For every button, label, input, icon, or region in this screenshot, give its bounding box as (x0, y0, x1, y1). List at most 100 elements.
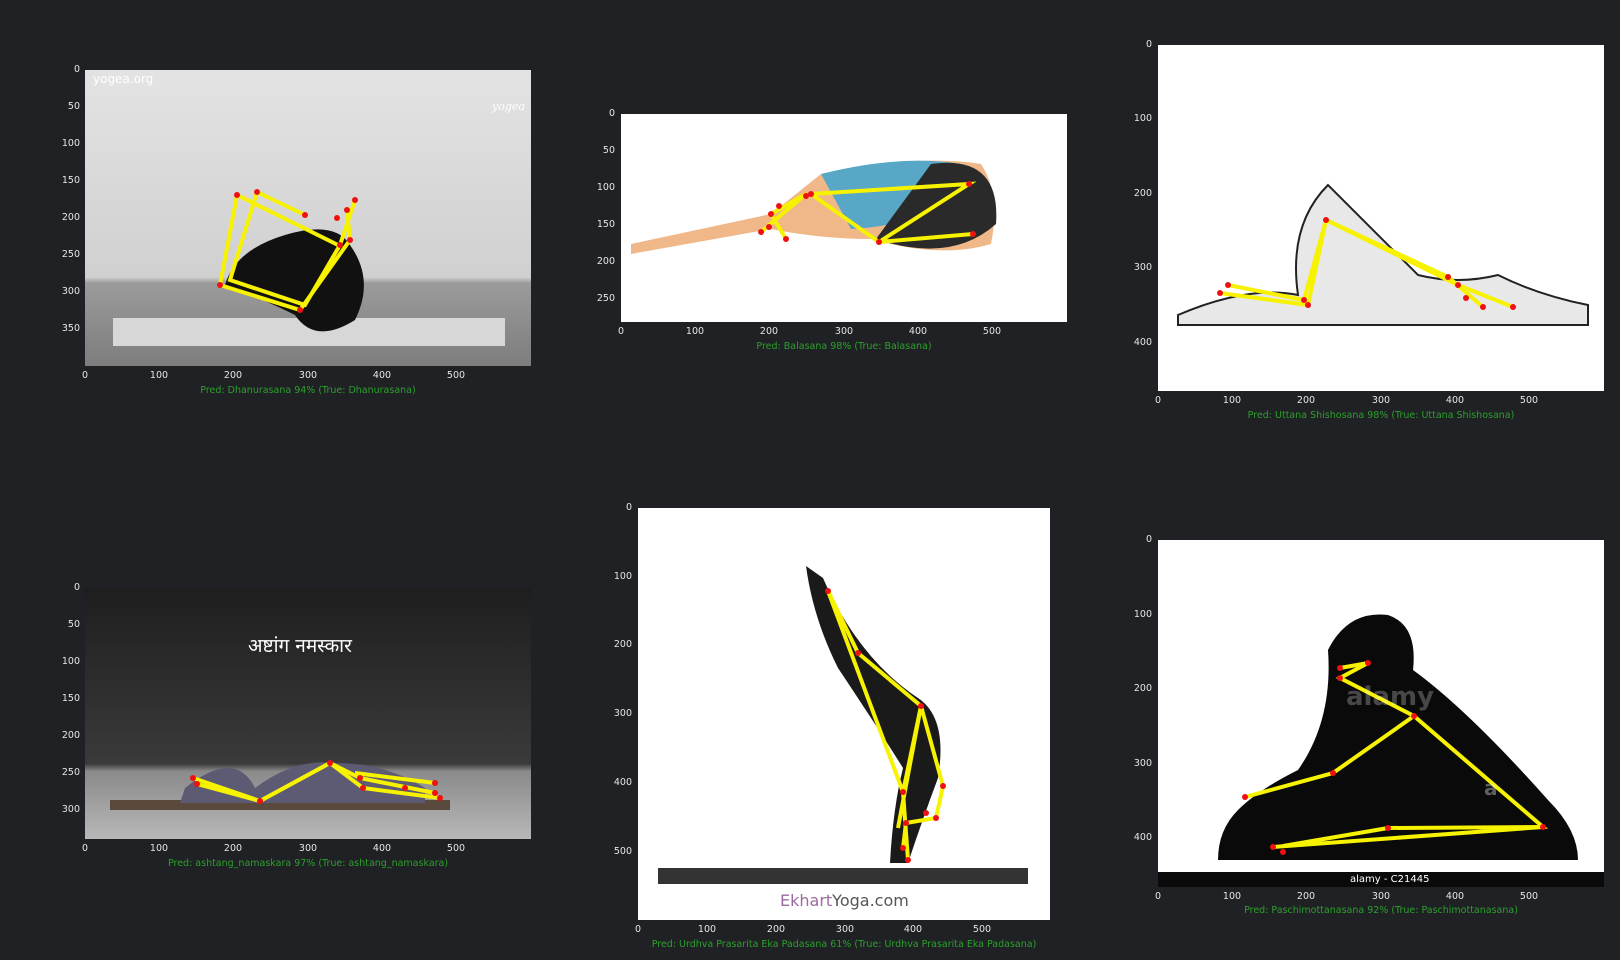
watermark-ekhart: EkhartYoga.com (780, 891, 909, 910)
prediction-caption: Pred: ashtang_namaskara 97% (True: ashta… (167, 858, 449, 869)
y-tick: 300 (613, 708, 632, 719)
y-tick: 200 (61, 212, 80, 223)
y-tick: 150 (596, 219, 615, 230)
pose-figure (631, 160, 997, 254)
pose-figure (658, 566, 1028, 884)
x-tick: 100 (149, 843, 169, 854)
x-tick: 500 (972, 924, 992, 935)
y-tick: 100 (61, 656, 80, 667)
x-tick: 0 (617, 326, 625, 337)
x-tick: 200 (766, 924, 786, 935)
x-tick: 0 (634, 924, 642, 935)
x-tick: 400 (372, 843, 392, 854)
y-tick: 150 (61, 175, 80, 186)
y-tick: 300 (61, 804, 80, 815)
pose-figure (1158, 614, 1604, 887)
x-tick: 300 (835, 924, 855, 935)
x-tick: 400 (903, 924, 923, 935)
x-tick: 200 (1296, 891, 1316, 902)
x-tick: 300 (1371, 891, 1391, 902)
x-tick: 0 (81, 370, 89, 381)
x-tick: 500 (1519, 891, 1539, 902)
y-tick: 100 (1133, 609, 1152, 620)
y-tick: 200 (596, 256, 615, 267)
y-tick: 300 (61, 286, 80, 297)
x-tick: 100 (697, 924, 717, 935)
y-tick: 100 (61, 138, 80, 149)
pose-image: EkhartYoga.com (638, 508, 1050, 920)
y-tick: 400 (1133, 337, 1152, 348)
pose-image: alamy a alamy - C21445 (1158, 540, 1604, 887)
watermark-brand: Ekhart (780, 891, 833, 910)
y-tick: 250 (61, 249, 80, 260)
x-tick: 200 (1296, 395, 1316, 406)
y-tick: 100 (613, 571, 632, 582)
logo-text: yogea (492, 100, 525, 113)
x-tick: 500 (1519, 395, 1539, 406)
x-tick: 500 (446, 843, 466, 854)
y-tick: 0 (608, 108, 615, 119)
y-tick: 150 (61, 693, 80, 704)
pose-image (1158, 45, 1604, 391)
y-tick: 100 (596, 182, 615, 193)
y-tick: 300 (1133, 262, 1152, 273)
prediction-caption: Pred: Urdhva Prasarita Eka Padasana 61% … (651, 939, 1037, 950)
y-tick: 50 (67, 101, 80, 112)
prediction-caption: Pred: Balasana 98% (True: Balasana) (756, 341, 932, 352)
watermark-domain: Yoga.com (832, 891, 909, 910)
x-tick: 200 (223, 843, 243, 854)
x-tick: 400 (1445, 395, 1465, 406)
prediction-caption: Pred: Paschimottanasana 92% (True: Pasch… (1244, 905, 1518, 916)
pose-figure (113, 189, 505, 346)
watermark-id: alamy - C21445 (1350, 874, 1430, 885)
y-tick: 300 (1133, 758, 1152, 769)
x-tick: 300 (298, 843, 318, 854)
y-tick: 400 (613, 777, 632, 788)
y-tick: 200 (1133, 683, 1152, 694)
y-tick: 0 (625, 502, 632, 513)
y-tick: 0 (73, 582, 80, 593)
body-sketch (1177, 183, 1589, 326)
y-tick: 250 (596, 293, 615, 304)
watermark-stamp: alamy (1346, 682, 1435, 712)
prediction-caption: Pred: Uttana Shishosana 98% (True: Uttan… (1247, 410, 1515, 421)
y-tick: 50 (602, 145, 615, 156)
x-tick: 400 (908, 326, 928, 337)
x-tick: 200 (223, 370, 243, 381)
y-tick: 50 (67, 619, 80, 630)
y-tick: 200 (61, 730, 80, 741)
body-silhouette (225, 229, 364, 332)
y-tick: 350 (61, 323, 80, 334)
x-tick: 100 (149, 370, 169, 381)
x-tick: 100 (685, 326, 705, 337)
watermark-letter: a (1484, 776, 1498, 800)
x-tick: 400 (1445, 891, 1465, 902)
x-tick: 300 (1371, 395, 1391, 406)
pose-image: अष्टांग नमस्कार (85, 588, 531, 839)
x-tick: 100 (1222, 891, 1242, 902)
x-tick: 500 (446, 370, 466, 381)
x-tick: 0 (81, 843, 89, 854)
pose-image (621, 114, 1067, 322)
x-tick: 100 (1222, 395, 1242, 406)
x-tick: 0 (1154, 395, 1162, 406)
x-tick: 400 (372, 370, 392, 381)
y-tick: 200 (1133, 188, 1152, 199)
title-overlay: अष्टांग नमस्कार (248, 635, 352, 657)
x-tick: 0 (1154, 891, 1162, 902)
pose-image: yogea.org yogea (85, 70, 531, 366)
x-tick: 300 (298, 370, 318, 381)
pose-figure (110, 760, 450, 810)
y-tick: 250 (61, 767, 80, 778)
yoga-mat (658, 868, 1028, 884)
y-tick: 100 (1133, 113, 1152, 124)
x-tick: 200 (759, 326, 779, 337)
watermark-text: yogea.org (93, 72, 154, 86)
y-tick: 400 (1133, 832, 1152, 843)
y-tick: 0 (73, 64, 80, 75)
body-silhouette (1218, 614, 1578, 860)
prediction-caption: Pred: Dhanurasana 94% (True: Dhanurasana… (200, 385, 416, 396)
x-tick: 300 (834, 326, 854, 337)
y-tick: 0 (1145, 534, 1152, 545)
y-tick: 0 (1145, 39, 1152, 50)
